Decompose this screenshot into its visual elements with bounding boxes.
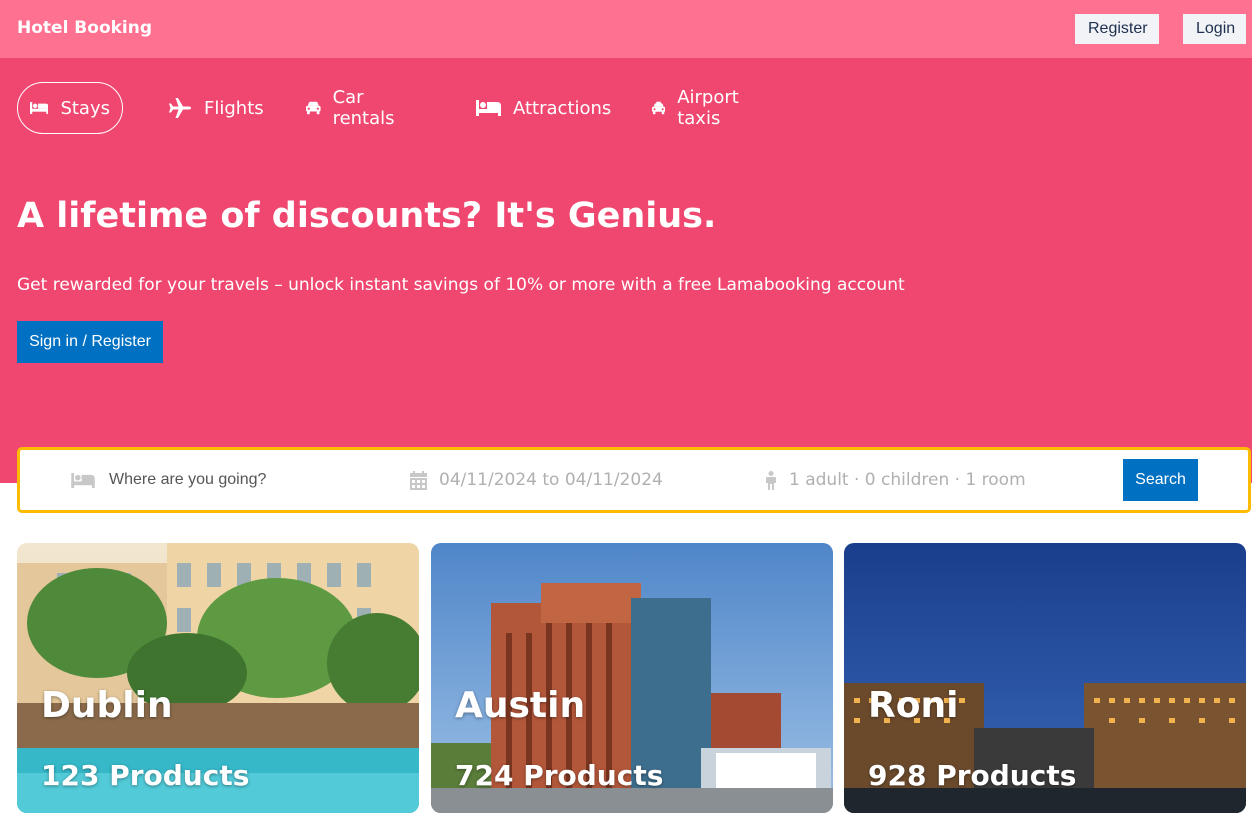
search-button[interactable]: Search [1123,459,1198,501]
destination-field[interactable] [71,450,349,510]
card-city: Austin [455,685,586,726]
card-count: 724 Products [455,759,664,792]
calendar-icon [410,470,427,490]
card-count: 928 Products [868,759,1077,792]
card-city: Dublin [41,685,173,726]
top-navbar: Hotel Booking Register Login [0,0,1252,58]
tab-label: Car rentals [332,87,395,129]
hero-description: Get rewarded for your travels – unlock i… [17,275,905,295]
tab-label: Flights [204,97,264,119]
destination-input[interactable] [109,471,349,489]
featured-card-austin[interactable]: Austin 724 Products [431,543,833,813]
hero-title: A lifetime of discounts? It's Genius. [17,196,717,236]
featured-card-dublin[interactable]: Dublin 123 Products [17,543,419,813]
search-bar: 04/11/2024 to 04/11/2024 1 adult · 0 chi… [17,447,1251,513]
tab-car-rentals[interactable]: Car rentals [306,82,401,134]
card-city: Roni [868,685,959,726]
card-count: 123 Products [41,759,250,792]
tab-label: Airport taxis [677,87,739,129]
person-icon [766,470,776,490]
tab-stays[interactable]: Stays [17,82,123,134]
taxi-icon [652,101,666,115]
featured-card-roni[interactable]: Roni 928 Products [844,543,1246,813]
plane-icon [169,98,191,118]
bed-icon [71,472,95,488]
tab-airport-taxis[interactable]: Airport taxis [652,82,747,134]
guests-field[interactable]: 1 adult · 0 children · 1 room [765,450,1026,510]
register-button[interactable]: Register [1075,14,1159,44]
hero-section: Stays Flights Car rentals Attractions Ai… [0,58,1252,483]
tab-label: Stays [60,97,110,119]
bed-icon [30,102,49,114]
tab-label: Attractions [513,97,612,119]
bed-icon [476,100,501,116]
tab-attractions[interactable]: Attractions [476,82,611,134]
sign-in-register-button[interactable]: Sign in / Register [17,321,163,363]
guests-text: 1 adult · 0 children · 1 room [789,470,1026,490]
date-field[interactable]: 04/11/2024 to 04/11/2024 [410,450,663,510]
date-range-text: 04/11/2024 to 04/11/2024 [439,470,663,490]
login-button[interactable]: Login [1183,14,1246,44]
car-icon [306,101,321,115]
brand-logo[interactable]: Hotel Booking [17,18,152,38]
tab-flights[interactable]: Flights [169,82,264,134]
